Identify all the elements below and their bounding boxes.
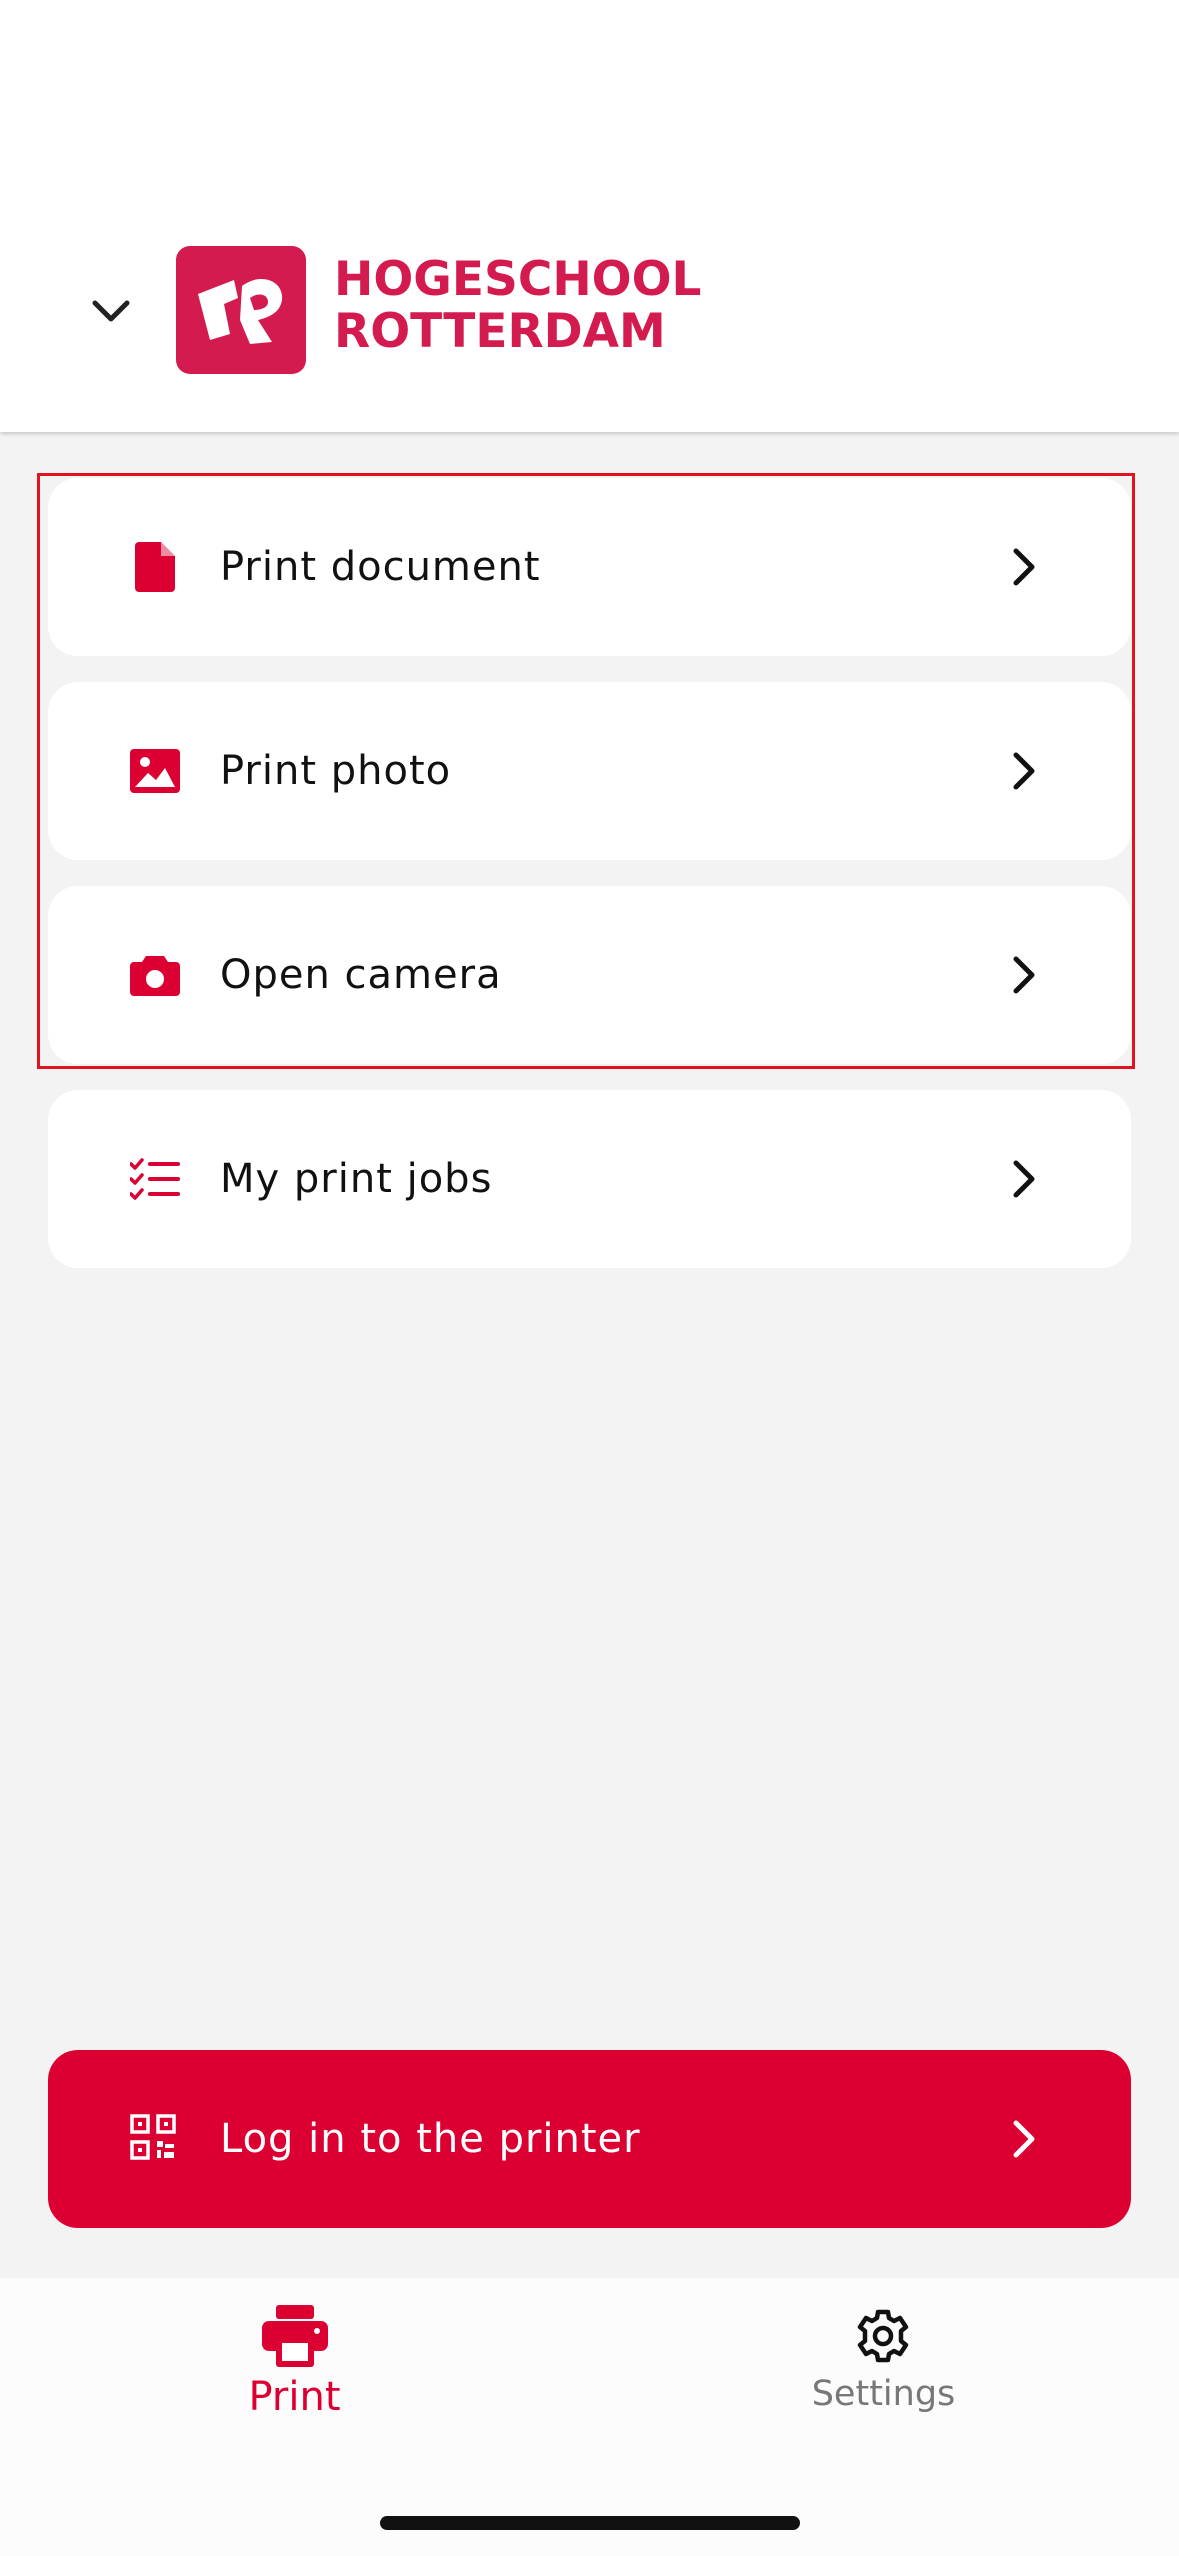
- chevron-down-icon: [92, 300, 130, 322]
- chevron-right-icon: [999, 542, 1049, 592]
- logo-line-2: ROTTERDAM: [334, 304, 666, 359]
- checklist-icon: [130, 1154, 180, 1204]
- print-photo-label: Print photo: [220, 748, 452, 794]
- collapse-button[interactable]: [80, 280, 142, 342]
- hogeschool-rotterdam-logo: HOGESCHOOL ROTTERDAM: [176, 246, 702, 374]
- document-icon: [130, 542, 180, 592]
- print-document-item[interactable]: Print document: [48, 478, 1131, 656]
- chevron-right-icon: [999, 746, 1049, 796]
- app-header: HOGESCHOOL ROTTERDAM: [0, 0, 1179, 432]
- image-icon: [130, 746, 180, 796]
- camera-icon: [130, 950, 180, 1000]
- open-camera-item[interactable]: Open camera: [48, 886, 1131, 1064]
- logo-text: HOGESCHOOL ROTTERDAM: [334, 254, 702, 358]
- bottom-tab-bar: Print Settings: [0, 2278, 1179, 2556]
- tab-settings-label: Settings: [811, 2374, 956, 2414]
- login-printer-button[interactable]: Log in to the printer: [48, 2050, 1131, 2228]
- my-print-jobs-label: My print jobs: [220, 1156, 493, 1202]
- print-document-label: Print document: [220, 544, 541, 590]
- chevron-right-icon: [999, 2114, 1049, 2164]
- my-print-jobs-item[interactable]: My print jobs: [48, 1090, 1131, 1268]
- qr-code-icon: [130, 2114, 180, 2164]
- open-camera-label: Open camera: [220, 952, 502, 998]
- tab-print-label: Print: [248, 2374, 341, 2420]
- logo-mark-icon: [176, 246, 306, 374]
- chevron-right-icon: [999, 1154, 1049, 1204]
- chevron-right-icon: [999, 950, 1049, 1000]
- logo-line-1: HOGESCHOOL: [334, 252, 702, 307]
- login-printer-label: Log in to the printer: [220, 2116, 641, 2162]
- home-indicator: [380, 2516, 800, 2530]
- tab-settings[interactable]: Settings: [589, 2278, 1178, 2458]
- printer-icon: [262, 2305, 328, 2367]
- print-photo-item[interactable]: Print photo: [48, 682, 1131, 860]
- gear-icon: [857, 2309, 909, 2363]
- tab-print[interactable]: Print: [0, 2278, 589, 2458]
